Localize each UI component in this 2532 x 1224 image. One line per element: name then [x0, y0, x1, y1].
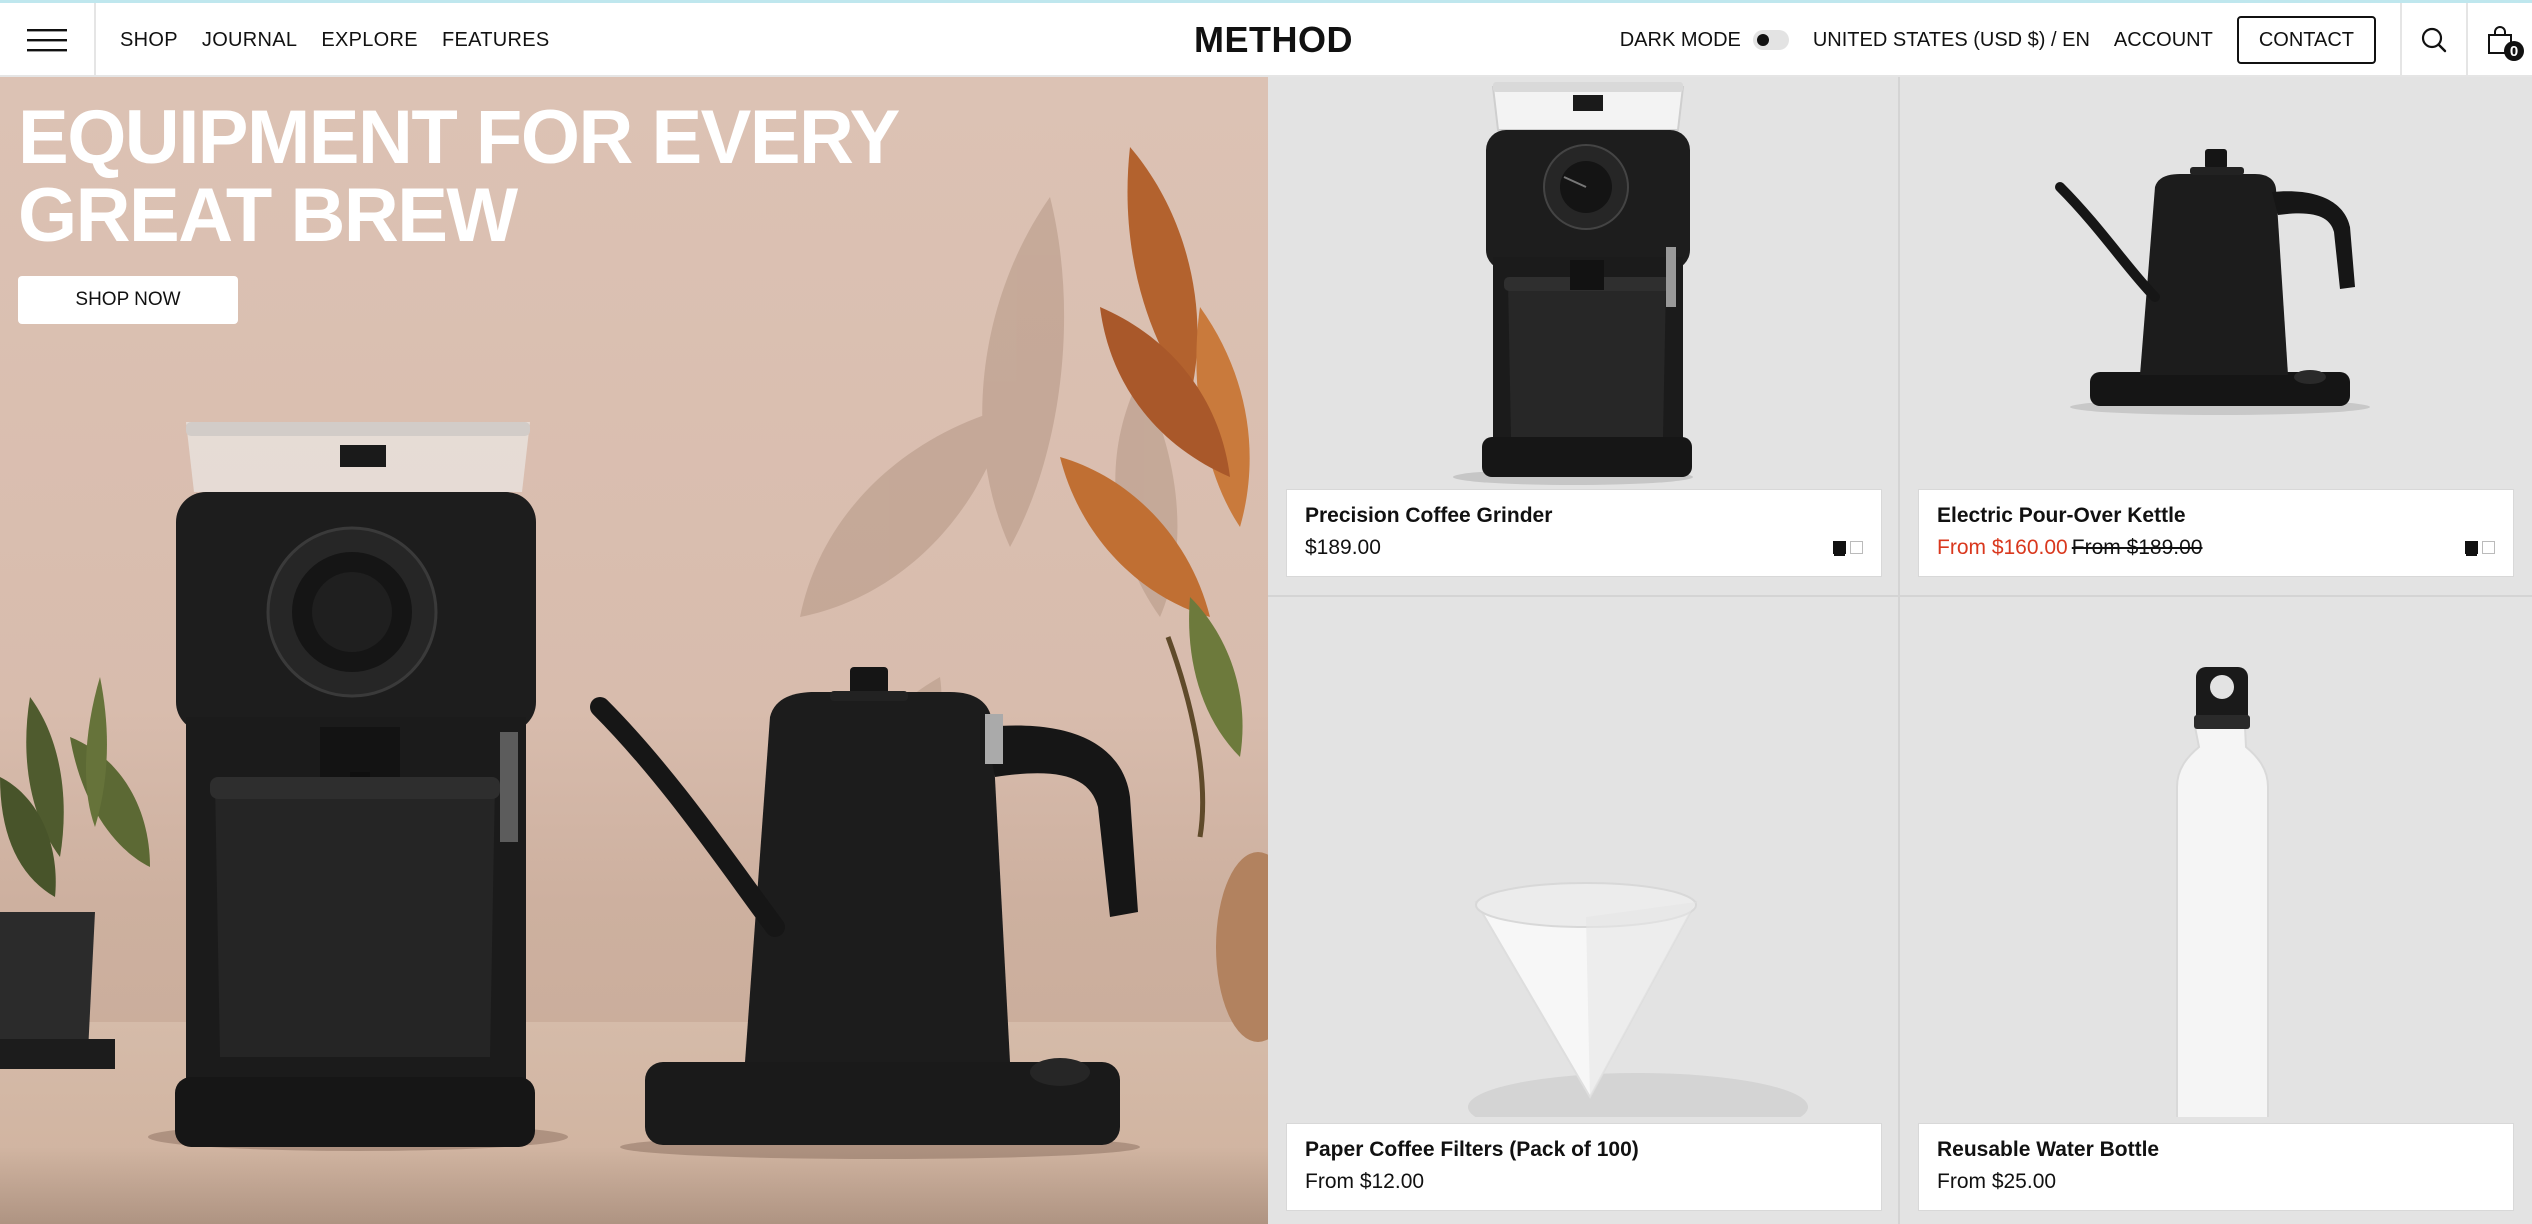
product-card-grinder[interactable]: Precision Coffee Grinder $189.00: [1268, 77, 1900, 597]
product-price: From $160.00 From $189.00: [1937, 536, 2495, 560]
header-actions: DARK MODE UNITED STATES (USD $) / EN ACC…: [1620, 3, 2532, 77]
search-button[interactable]: [2400, 3, 2466, 77]
product-image-bottle: [2176, 667, 2269, 1117]
product-image-kettle: [2055, 149, 2370, 415]
search-icon: [2421, 27, 2447, 53]
color-swatches: [2465, 541, 2495, 554]
nav-features[interactable]: FEATURES: [442, 29, 550, 52]
product-card-bottle[interactable]: Reusable Water Bottle From $25.00: [1900, 597, 2532, 1224]
contact-button[interactable]: CONTACT: [2236, 16, 2376, 64]
hero-table-shadow: [0, 1147, 1268, 1224]
locale-selector[interactable]: UNITED STATES (USD $) / EN: [1813, 29, 2090, 52]
product-image-grinder: [1453, 82, 1693, 485]
site-logo[interactable]: METHOD: [1194, 3, 1353, 77]
swatch-black[interactable]: [2465, 541, 2478, 554]
product-name[interactable]: Electric Pour-Over Kettle: [1937, 504, 2495, 528]
product-info-bottle[interactable]: Reusable Water Bottle From $25.00: [1918, 1123, 2514, 1211]
swatch-white[interactable]: [2482, 541, 2495, 554]
product-grid: Precision Coffee Grinder $189.00 Electri…: [1268, 77, 2532, 1224]
product-info-kettle[interactable]: Electric Pour-Over Kettle From $160.00 Fr…: [1918, 489, 2514, 577]
product-info-grinder[interactable]: Precision Coffee Grinder $189.00: [1286, 489, 1882, 577]
product-price: From $12.00: [1305, 1170, 1425, 1193]
product-card-filters[interactable]: Paper Coffee Filters (Pack of 100) From …: [1268, 597, 1900, 1224]
product-name[interactable]: Reusable Water Bottle: [1937, 1138, 2495, 1162]
dark-mode-toggle[interactable]: DARK MODE: [1620, 29, 1789, 52]
hero-banner: EQUIPMENT FOR EVERY GREAT BREW SHOP NOW: [0, 77, 1268, 1224]
swatch-black[interactable]: [1833, 541, 1846, 554]
toggle-knob: [1756, 34, 1769, 46]
product-price: From $25.00: [1937, 1170, 2057, 1193]
nav-shop[interactable]: SHOP: [120, 29, 178, 52]
swatch-white[interactable]: [1850, 541, 1863, 554]
main-nav: SHOP JOURNAL EXPLORE FEATURES: [120, 3, 550, 77]
hamburger-menu-button[interactable]: [0, 3, 96, 77]
product-image-filters: [1468, 882, 1808, 1117]
shop-now-button[interactable]: SHOP NOW: [18, 276, 238, 324]
cart-button[interactable]: 0: [2466, 3, 2532, 77]
nav-journal[interactable]: JOURNAL: [202, 29, 297, 52]
nav-explore[interactable]: EXPLORE: [321, 29, 418, 52]
sale-price: From $160.00: [1937, 536, 2068, 559]
hero-title: EQUIPMENT FOR EVERY GREAT BREW: [18, 95, 899, 258]
site-header: SHOP JOURNAL EXPLORE FEATURES METHOD DAR…: [0, 3, 2532, 77]
compare-at-price: From $189.00: [2071, 536, 2203, 559]
dark-mode-label: DARK MODE: [1619, 28, 1741, 51]
product-price: $189.00: [1305, 536, 1381, 559]
product-info-filters[interactable]: Paper Coffee Filters (Pack of 100) From …: [1286, 1123, 1882, 1211]
product-card-kettle[interactable]: Electric Pour-Over Kettle From $160.00 Fr…: [1900, 77, 2532, 597]
color-swatches: [1833, 541, 1863, 554]
product-name[interactable]: Paper Coffee Filters (Pack of 100): [1305, 1138, 1863, 1162]
cart-count-badge: 0: [2504, 41, 2524, 61]
toggle-switch[interactable]: [1752, 30, 1789, 50]
product-name[interactable]: Precision Coffee Grinder: [1305, 504, 1863, 528]
hamburger-menu-icon: [27, 29, 67, 52]
account-link[interactable]: ACCOUNT: [2114, 29, 2213, 52]
